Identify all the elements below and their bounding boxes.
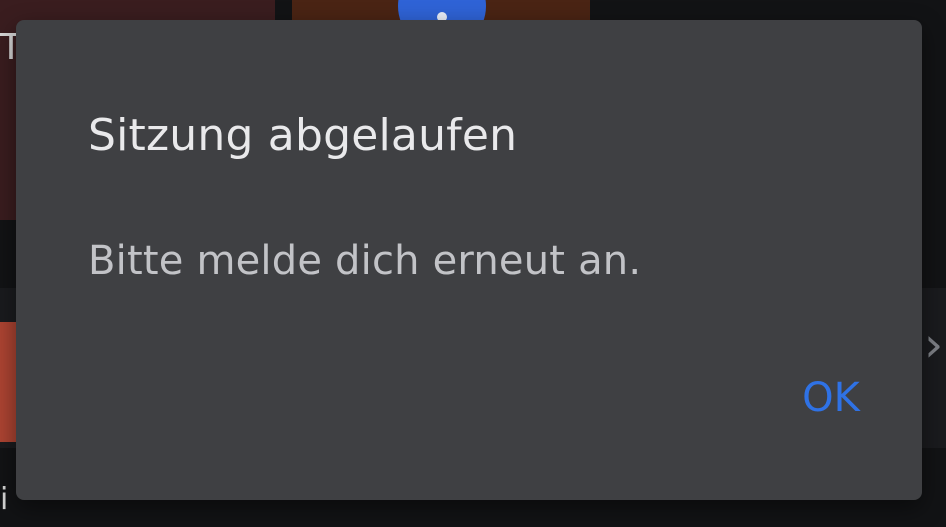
ok-button[interactable]: OK: [776, 370, 886, 426]
dialog-title: Sitzung abgelaufen: [88, 110, 518, 161]
chevron-right-icon: ›: [924, 317, 944, 373]
dialog-message: Bitte melde dich erneut an.: [88, 238, 642, 284]
background-text-glyph: i: [0, 482, 9, 517]
session-expired-dialog: Sitzung abgelaufen Bitte melde dich erne…: [16, 20, 922, 500]
background-thumbnail: [0, 322, 16, 442]
